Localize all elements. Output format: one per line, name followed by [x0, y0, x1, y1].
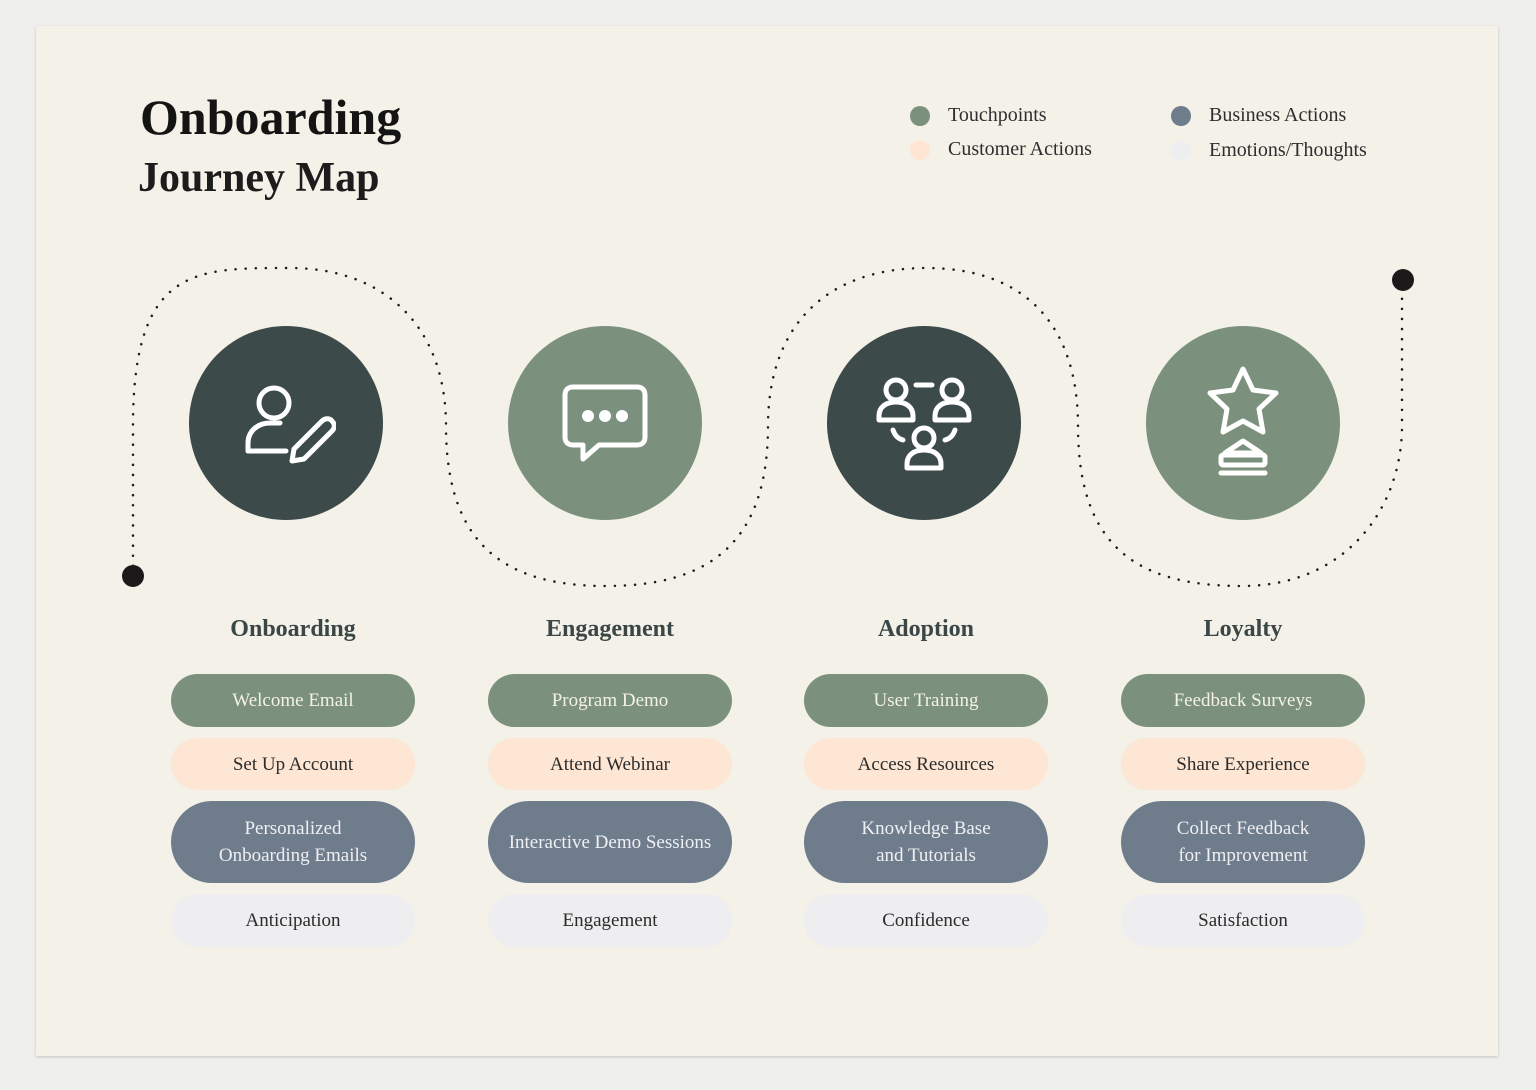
- touchpoint-pill: User Training: [804, 674, 1048, 727]
- customer-action-pill: Access Resources: [804, 738, 1048, 790]
- business-action-pill: Knowledge Base and Tutorials: [804, 801, 1048, 883]
- journey-map-card: Onboarding Journey Map Touchpoints Custo…: [36, 26, 1498, 1056]
- customer-action-pill: Set Up Account: [171, 738, 415, 790]
- stage-title-adoption: Adoption: [877, 616, 975, 642]
- stage-circle-engagement: [508, 326, 702, 520]
- stage-circle-loyalty: [1146, 326, 1340, 520]
- customer-action-pill: Share Experience: [1121, 738, 1365, 790]
- touchpoint-pill: Program Demo: [488, 674, 732, 727]
- stage-circle-onboarding: [189, 326, 383, 520]
- emotion-pill: Confidence: [804, 894, 1048, 947]
- business-action-pill: Personalized Onboarding Emails: [171, 801, 415, 883]
- customer-action-pill: Attend Webinar: [488, 738, 732, 790]
- stage-title-onboarding: Onboarding: [230, 616, 356, 642]
- business-action-pill: Interactive Demo Sessions: [488, 801, 732, 883]
- path-end-dot: [1392, 269, 1414, 291]
- team-icon: [876, 377, 972, 471]
- touchpoint-pill: Feedback Surveys: [1121, 674, 1365, 727]
- star-trophy-icon: [1207, 366, 1279, 476]
- touchpoint-pill: Welcome Email: [171, 674, 415, 727]
- stage-circle-adoption: [827, 326, 1021, 520]
- stage-title-engagement: Engagement: [546, 616, 674, 642]
- emotion-pill: Anticipation: [171, 894, 415, 947]
- business-action-pill: Collect Feedback for Improvement: [1121, 801, 1365, 883]
- emotion-pill: Satisfaction: [1121, 894, 1365, 947]
- chat-bubble-icon: [562, 384, 648, 462]
- path-start-dot: [122, 565, 144, 587]
- user-edit-icon: [245, 385, 336, 464]
- emotion-pill: Engagement: [488, 894, 732, 947]
- stage-title-loyalty: Loyalty: [1203, 616, 1283, 642]
